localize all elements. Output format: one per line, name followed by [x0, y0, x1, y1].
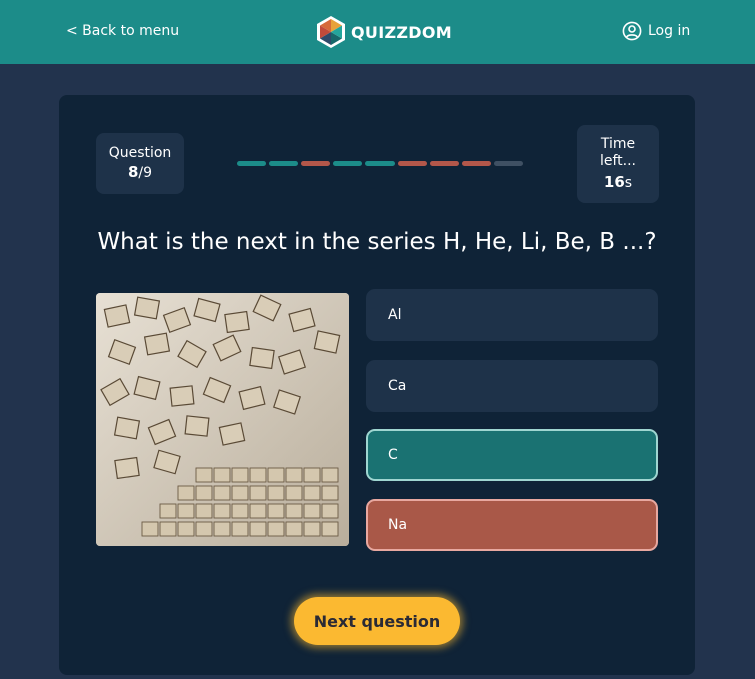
answer-option-2[interactable]: Ca	[366, 360, 658, 412]
progress-segment-wrong	[301, 161, 331, 166]
progress-bar	[237, 161, 523, 166]
answer-option-1-label: Al	[388, 307, 402, 323]
progress-segment-wrong	[429, 161, 459, 166]
hexagon-logo-icon	[317, 16, 345, 48]
answer-option-3[interactable]: C	[366, 429, 658, 481]
answer-option-3-label: C	[388, 447, 398, 463]
next-question-button[interactable]: Next question	[294, 597, 460, 645]
answer-option-1[interactable]: Al	[366, 289, 658, 341]
progress-segment-correct	[237, 161, 267, 166]
question-total: /9	[138, 165, 153, 181]
progress-segment-wrong	[461, 161, 491, 166]
periodic-table-tiles-image	[96, 293, 349, 546]
timer-value: 16	[603, 173, 625, 191]
answer-option-4[interactable]: Na	[366, 499, 658, 551]
app-logo[interactable]: QUIZZDOM	[315, 15, 452, 49]
progress-segment-correct	[269, 161, 299, 166]
progress-segment-pending	[493, 161, 523, 166]
login-button[interactable]: Log in	[622, 21, 690, 41]
timer: Time left... 16s	[577, 125, 659, 203]
question-current: 8	[127, 163, 139, 181]
question-counter: Question 8/9	[96, 133, 184, 194]
question-text: What is the next in the series H, He, Li…	[97, 229, 657, 255]
progress-segment-correct	[333, 161, 363, 166]
progress-segment-wrong	[397, 161, 427, 166]
quiz-card: Question 8/9 Time left... 16s What is th…	[59, 95, 695, 675]
progress-segment-correct	[365, 161, 395, 166]
timer-unit: s	[624, 175, 633, 191]
question-counter-value: 8/9	[96, 163, 184, 181]
login-label: Log in	[648, 23, 691, 39]
question-counter-label: Question	[108, 145, 172, 161]
logo-text: QUIZZDOM	[351, 22, 452, 42]
top-navigation-bar: < Back to menu QUIZZDOM Log in	[0, 0, 755, 64]
answer-option-4-label: Na	[388, 517, 408, 533]
back-to-menu-link[interactable]: < Back to menu	[66, 23, 179, 39]
user-circle-icon	[622, 21, 642, 41]
answer-option-2-label: Ca	[388, 378, 407, 394]
timer-label: Time left...	[599, 136, 637, 169]
timer-value-row: 16s	[577, 173, 659, 191]
